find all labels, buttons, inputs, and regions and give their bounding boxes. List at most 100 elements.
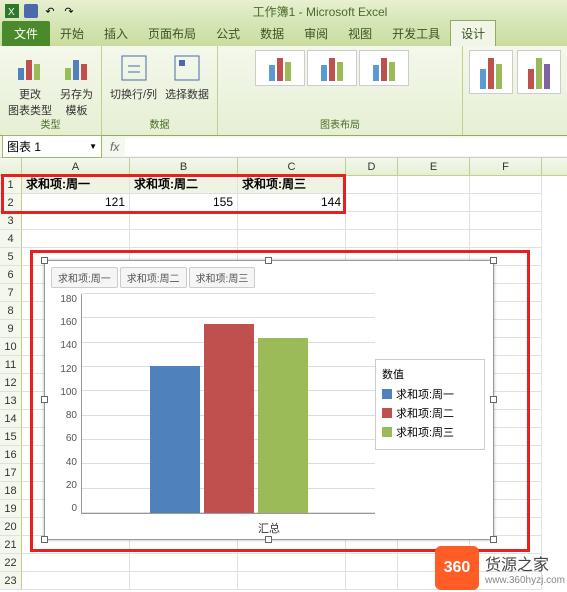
row-header[interactable]: 6 (0, 266, 22, 284)
cell[interactable] (22, 212, 130, 230)
column-header[interactable]: F (470, 158, 542, 175)
row-header[interactable]: 23 (0, 572, 22, 590)
style-option[interactable] (517, 50, 561, 94)
cell[interactable] (398, 230, 470, 248)
cell[interactable] (130, 572, 238, 590)
save-icon[interactable] (23, 3, 39, 19)
cell[interactable] (130, 230, 238, 248)
row-header[interactable]: 22 (0, 554, 22, 572)
style-option[interactable] (469, 50, 513, 94)
cell[interactable] (346, 230, 398, 248)
column-header[interactable]: B (130, 158, 238, 175)
switch-row-col-button[interactable]: 切换行/列 (108, 50, 159, 104)
cell[interactable] (346, 572, 398, 590)
worksheet-grid[interactable]: ABCDEF 123456789101112131415161718192021… (0, 158, 567, 592)
row-header[interactable]: 3 (0, 212, 22, 230)
cell[interactable] (238, 230, 346, 248)
row-header[interactable]: 4 (0, 230, 22, 248)
cell[interactable]: 求和项:周二 (130, 176, 238, 194)
row-header[interactable]: 7 (0, 284, 22, 302)
chart-layout-gallery[interactable] (255, 50, 425, 86)
legend-item[interactable]: 求和项:周三 (382, 424, 478, 440)
cell[interactable] (238, 554, 346, 572)
cell[interactable] (130, 554, 238, 572)
cell[interactable] (238, 212, 346, 230)
chart-bar[interactable] (150, 366, 200, 513)
filter-tag[interactable]: 求和项:周一 (51, 267, 118, 288)
row-header[interactable]: 18 (0, 482, 22, 500)
cell[interactable] (398, 212, 470, 230)
layout-option[interactable] (359, 50, 409, 86)
layout-option[interactable] (307, 50, 357, 86)
cell[interactable] (346, 212, 398, 230)
fx-icon[interactable]: fx (110, 140, 119, 154)
chart-bar[interactable] (204, 324, 254, 513)
formula-input[interactable] (125, 138, 567, 156)
row-header[interactable]: 12 (0, 374, 22, 392)
tab-file[interactable]: 文件 (2, 21, 50, 46)
row-header[interactable]: 11 (0, 356, 22, 374)
row-header[interactable]: 14 (0, 410, 22, 428)
chart-style-gallery[interactable] (469, 50, 561, 94)
column-header[interactable]: C (238, 158, 346, 175)
cell[interactable] (398, 194, 470, 212)
row-header[interactable]: 9 (0, 320, 22, 338)
select-data-button[interactable]: 选择数据 (163, 50, 211, 104)
tab-formulas[interactable]: 公式 (206, 21, 250, 46)
tab-home[interactable]: 开始 (50, 21, 94, 46)
cell[interactable]: 144 (238, 194, 346, 212)
cell[interactable] (470, 176, 542, 194)
chart-plot-area[interactable] (81, 294, 375, 514)
row-header[interactable]: 5 (0, 248, 22, 266)
cell[interactable] (346, 554, 398, 572)
cell[interactable] (22, 572, 130, 590)
row-header[interactable]: 19 (0, 500, 22, 518)
cell[interactable] (470, 230, 542, 248)
cell[interactable]: 求和项:周一 (22, 176, 130, 194)
layout-option[interactable] (255, 50, 305, 86)
cell[interactable]: 求和项:周三 (238, 176, 346, 194)
row-header[interactable]: 2 (0, 194, 22, 212)
column-header[interactable]: D (346, 158, 398, 175)
cell[interactable]: 155 (130, 194, 238, 212)
tab-view[interactable]: 视图 (338, 21, 382, 46)
cell[interactable] (22, 554, 130, 572)
filter-tag[interactable]: 求和项:周三 (189, 267, 256, 288)
tab-layout[interactable]: 页面布局 (138, 21, 206, 46)
row-header[interactable]: 15 (0, 428, 22, 446)
tab-insert[interactable]: 插入 (94, 21, 138, 46)
undo-icon[interactable]: ↶ (42, 3, 58, 19)
cell[interactable] (238, 572, 346, 590)
change-chart-type-button[interactable]: 更改 图表类型 (6, 50, 54, 120)
row-header[interactable]: 21 (0, 536, 22, 554)
cell[interactable]: 121 (22, 194, 130, 212)
redo-icon[interactable]: ↷ (61, 3, 77, 19)
cell[interactable] (470, 194, 542, 212)
cell[interactable] (398, 176, 470, 194)
chart-legend[interactable]: 数值 求和项:周一求和项:周二求和项:周三 (375, 359, 485, 450)
row-header[interactable]: 1 (0, 176, 22, 194)
legend-item[interactable]: 求和项:周一 (382, 386, 478, 402)
row-header[interactable]: 20 (0, 518, 22, 536)
column-header[interactable]: A (22, 158, 130, 175)
cell[interactable] (22, 230, 130, 248)
column-header[interactable]: E (398, 158, 470, 175)
dropdown-icon[interactable]: ▼ (89, 142, 97, 151)
save-template-button[interactable]: 另存为 模板 (58, 50, 95, 120)
legend-item[interactable]: 求和项:周二 (382, 405, 478, 421)
cell[interactable] (346, 176, 398, 194)
embedded-chart[interactable]: 求和项:周一求和项:周二求和项:周三 180160140120100806040… (44, 260, 494, 540)
tab-review[interactable]: 审阅 (294, 21, 338, 46)
filter-tag[interactable]: 求和项:周二 (120, 267, 187, 288)
row-header[interactable]: 16 (0, 446, 22, 464)
row-header[interactable]: 10 (0, 338, 22, 356)
select-all-corner[interactable] (0, 158, 22, 175)
cell[interactable] (470, 212, 542, 230)
chart-bar[interactable] (258, 338, 308, 513)
cell[interactable] (346, 194, 398, 212)
row-header[interactable]: 8 (0, 302, 22, 320)
name-box[interactable]: 图表 1 ▼ (2, 135, 102, 158)
tab-design[interactable]: 设计 (450, 20, 496, 46)
tab-data[interactable]: 数据 (250, 21, 294, 46)
row-header[interactable]: 13 (0, 392, 22, 410)
